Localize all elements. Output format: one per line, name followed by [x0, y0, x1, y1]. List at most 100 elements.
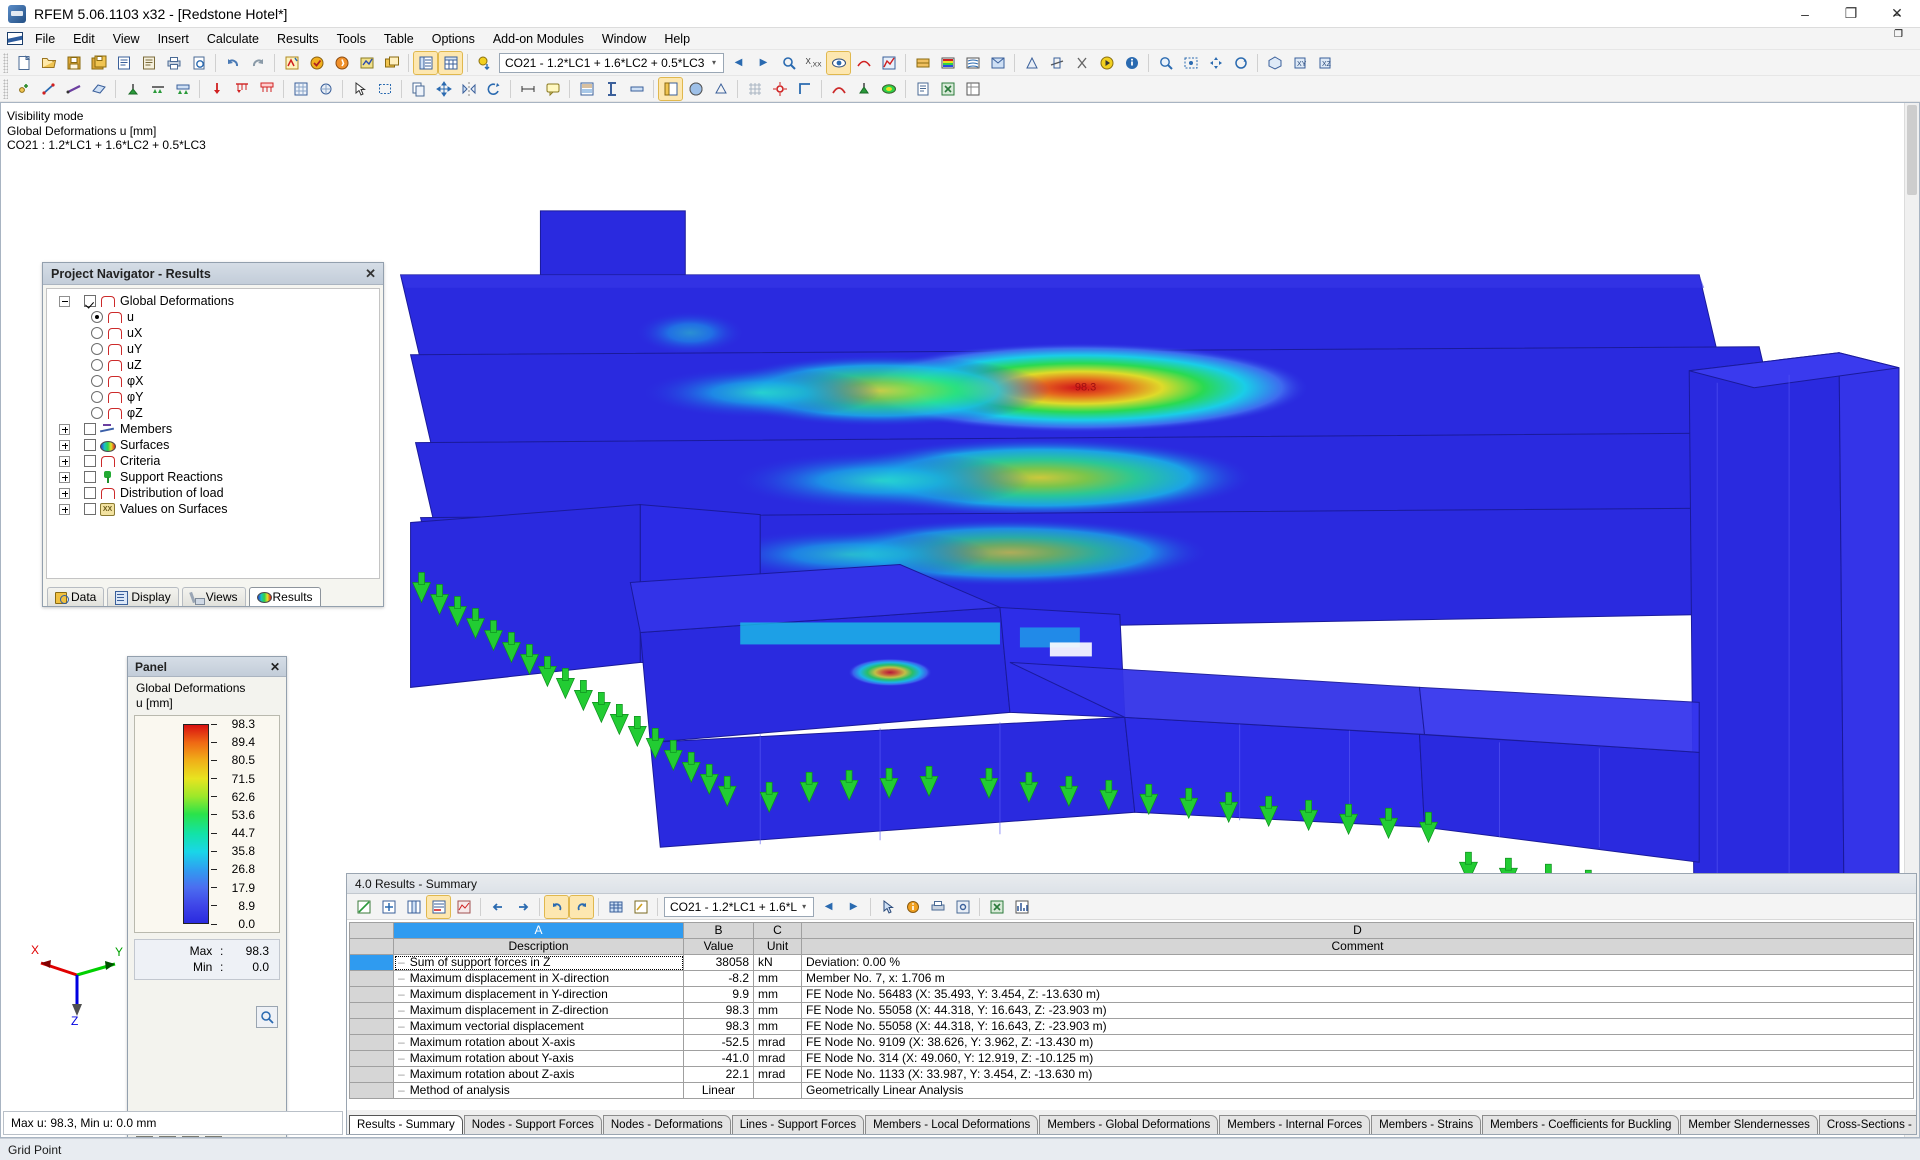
- printout-report-icon[interactable]: [137, 52, 160, 74]
- radio-uz[interactable]: [91, 359, 103, 371]
- print-preview-icon[interactable]: [187, 52, 210, 74]
- menu-options[interactable]: Options: [423, 30, 484, 48]
- table-undo-icon[interactable]: [544, 894, 569, 919]
- cell-comment[interactable]: FE Node No. 55058 (X: 44.318, Y: 16.643,…: [801, 1018, 1914, 1035]
- row-selector[interactable]: [349, 1018, 394, 1035]
- mesh-icon[interactable]: [289, 78, 312, 100]
- support-reactions-icon[interactable]: [852, 78, 875, 100]
- tree-item-phiz[interactable]: φZ: [49, 405, 377, 421]
- toolbar-grip[interactable]: [3, 52, 8, 73]
- grid-snap-icon[interactable]: [743, 78, 766, 100]
- cell-unit[interactable]: mm: [753, 1002, 802, 1019]
- model-viewport-3d[interactable]: Visibility mode Global Deformations u [m…: [1, 103, 1919, 1137]
- animation-icon[interactable]: [1095, 52, 1118, 74]
- table-row[interactable]: – Maximum rotation about Z-axis 22.1 mrad…: [349, 1066, 1914, 1083]
- grid-corner-cell[interactable]: [349, 922, 394, 939]
- cell-comment[interactable]: Geometrically Linear Analysis: [801, 1082, 1914, 1099]
- nodal-load-icon[interactable]: [205, 78, 228, 100]
- table-column-icon[interactable]: [402, 896, 425, 918]
- tree-item-phiy[interactable]: φY: [49, 389, 377, 405]
- cell-value[interactable]: 22.1: [683, 1066, 754, 1083]
- radio-u[interactable]: [91, 311, 103, 323]
- tree-item-uy[interactable]: uY: [49, 341, 377, 357]
- checkbox-global-deformations[interactable]: [84, 295, 96, 307]
- tab-results-summary[interactable]: Results - Summary: [349, 1115, 463, 1134]
- print-icon[interactable]: [162, 52, 185, 74]
- show-values-icon[interactable]: X,XX: [802, 52, 825, 74]
- cell-unit[interactable]: mm: [753, 986, 802, 1003]
- windows-arrange-icon[interactable]: [380, 52, 403, 74]
- column-letter-c[interactable]: C: [753, 922, 802, 939]
- new-line-icon[interactable]: [37, 78, 60, 100]
- isolines-icon[interactable]: [961, 52, 984, 74]
- cell-unit[interactable]: mrad: [753, 1034, 802, 1051]
- navigator-tab-results[interactable]: Results: [248, 587, 321, 606]
- load-case-find-icon[interactable]: [777, 52, 800, 74]
- menu-tools[interactable]: Tools: [328, 30, 375, 48]
- cell-value[interactable]: 38058: [683, 954, 754, 971]
- render-mode-icon[interactable]: [986, 52, 1009, 74]
- chevron-down-icon[interactable]: ▾: [797, 902, 811, 911]
- radio-uy[interactable]: [91, 343, 103, 355]
- menu-addon-modules[interactable]: Add-on Modules: [484, 30, 593, 48]
- expand-icon[interactable]: [59, 487, 70, 499]
- cell-value[interactable]: 98.3: [683, 1002, 754, 1019]
- tree-item-distribution-of-load[interactable]: Distribution of load: [49, 485, 377, 501]
- open-file-icon[interactable]: [37, 52, 60, 74]
- navigator-tree[interactable]: Global Deformations u uX uY uZ φX φY φZ …: [46, 288, 380, 579]
- tree-item-values-on-surfaces[interactable]: XX Values on Surfaces: [49, 501, 377, 517]
- radio-phiy[interactable]: [91, 391, 103, 403]
- export-excel-icon[interactable]: [936, 78, 959, 100]
- table-next-case-icon[interactable]: ▶: [842, 896, 865, 918]
- table-row[interactable]: – Sum of support forces in Z 38058 kN Dev…: [349, 954, 1914, 971]
- info-icon[interactable]: [1120, 52, 1143, 74]
- navigator-tab-views[interactable]: Views: [181, 587, 246, 606]
- menu-help[interactable]: Help: [655, 30, 699, 48]
- cell-unit[interactable]: [753, 1082, 802, 1099]
- row-selector[interactable]: [349, 970, 394, 987]
- wireframe-icon[interactable]: [709, 78, 732, 100]
- checkbox-distribution-of-load[interactable]: [84, 487, 96, 499]
- panel-close-icon[interactable]: ✕: [268, 660, 282, 674]
- surface-support-icon[interactable]: [171, 78, 194, 100]
- table-row[interactable]: – Maximum rotation about X-axis -52.5 mra…: [349, 1034, 1914, 1051]
- table-row[interactable]: – Maximum displacement in Z-direction 98.…: [349, 1002, 1914, 1019]
- surfaces-result-icon[interactable]: [911, 52, 934, 74]
- tab-members-global-deformations[interactable]: Members - Global Deformations: [1039, 1115, 1219, 1134]
- tab-members-coefficients-for-buckling[interactable]: Members - Coefficients for Buckling: [1482, 1115, 1680, 1134]
- color-legend[interactable]: 98.3 89.4 80.5 71.5 62.6 53.6 44.7 35.8 …: [134, 715, 280, 933]
- isobands-icon[interactable]: [936, 52, 959, 74]
- surface-results-icon[interactable]: [877, 78, 900, 100]
- print-list-icon[interactable]: [112, 52, 135, 74]
- tree-item-u[interactable]: u: [49, 309, 377, 325]
- column-letter-b[interactable]: B: [683, 922, 754, 939]
- row-selector[interactable]: [349, 1034, 394, 1051]
- mirror-icon[interactable]: [457, 78, 480, 100]
- checkbox-values-on-surfaces[interactable]: [84, 503, 96, 515]
- row-selector[interactable]: [349, 1002, 394, 1019]
- table-row[interactable]: – Method of analysis Linear Geometrically…: [349, 1082, 1914, 1099]
- table-row[interactable]: – Maximum displacement in Y-direction 9.9…: [349, 986, 1914, 1003]
- zoom-window-icon[interactable]: [1154, 52, 1177, 74]
- cell-description[interactable]: – Maximum displacement in Z-direction: [393, 1002, 684, 1019]
- column-letter-a[interactable]: A: [393, 922, 684, 939]
- cell-description[interactable]: – Maximum displacement in Y-direction: [393, 986, 684, 1003]
- chevron-down-icon[interactable]: ▾: [707, 58, 721, 67]
- row-selector[interactable]: [349, 1066, 394, 1083]
- radio-phix[interactable]: [91, 375, 103, 387]
- tree-item-uz[interactable]: uZ: [49, 357, 377, 373]
- cell-description[interactable]: – Maximum displacement in X-direction: [393, 970, 684, 987]
- cell-description[interactable]: – Sum of support forces in Z: [393, 954, 684, 971]
- line-support-icon[interactable]: [146, 78, 169, 100]
- table-grid-icon[interactable]: [438, 50, 463, 75]
- navigator-tab-data[interactable]: Data: [47, 587, 105, 606]
- nodal-support-icon[interactable]: [121, 78, 144, 100]
- select-objects-icon[interactable]: [348, 78, 371, 100]
- color-scale-icon[interactable]: [136, 1136, 153, 1137]
- cell-description[interactable]: – Method of analysis: [393, 1082, 684, 1099]
- expand-icon[interactable]: [59, 439, 70, 451]
- navigator-close-icon[interactable]: ✕: [362, 266, 379, 282]
- table-row[interactable]: – Maximum vectorial displacement 98.3 mm …: [349, 1018, 1914, 1035]
- tab-members-internal-forces[interactable]: Members - Internal Forces: [1219, 1115, 1371, 1134]
- table-chart-icon[interactable]: [352, 896, 375, 918]
